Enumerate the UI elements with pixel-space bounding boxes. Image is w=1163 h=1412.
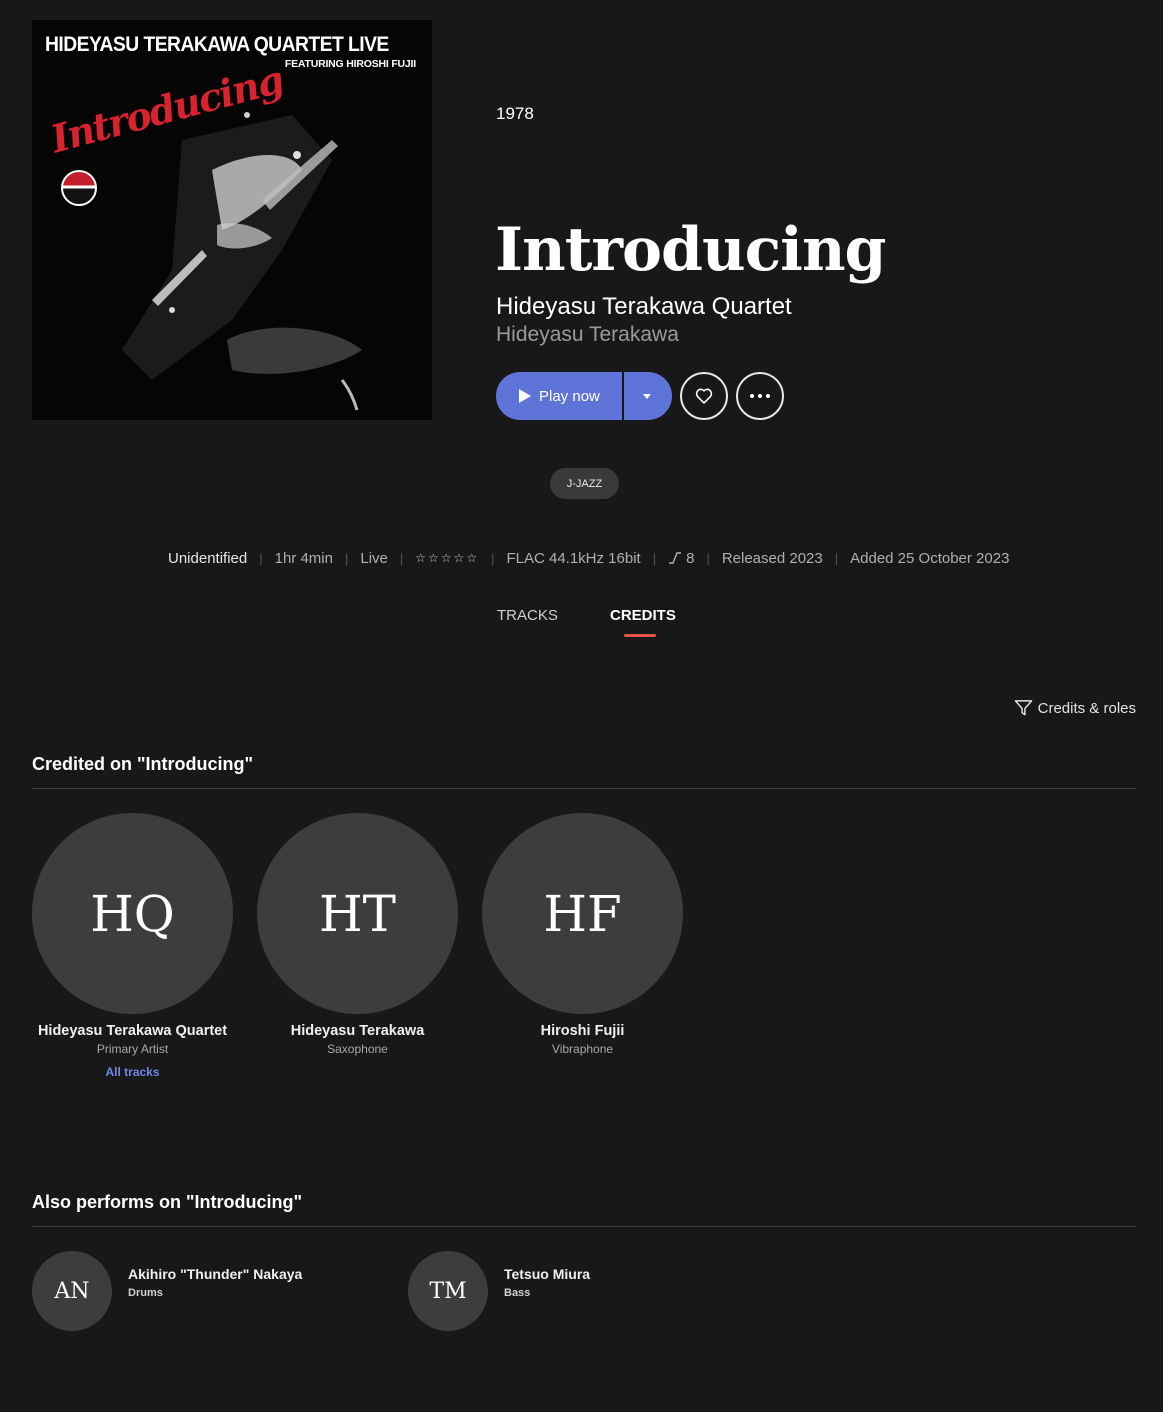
- more-icon: [750, 394, 770, 398]
- play-icon: [519, 389, 531, 403]
- performer-name[interactable]: Tetsuo Miura: [504, 1266, 590, 1282]
- credit-name[interactable]: Hiroshi Fujii: [482, 1023, 683, 1039]
- cover-subtitle-text: FEATURING HIROSHI FUJII: [284, 58, 416, 70]
- album-artist-link[interactable]: Hideyasu Terakawa Quartet: [496, 293, 792, 321]
- credit-card: HQ Hideyasu Terakawa Quartet Primary Art…: [32, 813, 233, 1080]
- meta-added: Added 25 October 2023: [850, 549, 1010, 567]
- section-divider: [32, 1226, 1136, 1227]
- meta-divider: |: [399, 550, 404, 566]
- avatar[interactable]: AN: [32, 1251, 112, 1331]
- avatar[interactable]: HT: [257, 813, 458, 1014]
- avatar[interactable]: TM: [408, 1251, 488, 1331]
- meta-divider: |: [834, 550, 839, 566]
- avatar[interactable]: HQ: [32, 813, 233, 1014]
- favorite-button[interactable]: [680, 372, 728, 420]
- credit-role: Primary Artist: [96, 1042, 169, 1056]
- credit-role: Saxophone: [327, 1042, 388, 1056]
- meta-format: FLAC 44.1kHz 16bit: [506, 549, 641, 567]
- performer-role: Bass: [504, 1286, 531, 1299]
- performer-item: AN Akihiro "Thunder" Nakaya Drums: [32, 1251, 302, 1331]
- credit-card: HF Hiroshi Fujii Vibraphone: [482, 813, 683, 1056]
- play-now-label: Play now: [539, 387, 600, 405]
- meta-divider: |: [259, 550, 263, 566]
- filter-icon: [1014, 700, 1032, 716]
- waveform-icon: [669, 552, 682, 564]
- credit-role: Vibraphone: [551, 1042, 614, 1056]
- album-meta-line: Unidentified | 1hr 4min | Live | ☆☆☆☆☆ |…: [168, 548, 1009, 568]
- all-tracks-link[interactable]: All tracks: [105, 1065, 159, 1079]
- album-cover[interactable]: HIDEYASU TERAKAWA QUARTET LIVE FEATURING…: [32, 20, 432, 420]
- cover-title-text: HIDEYASU TERAKAWA QUARTET LIVE: [45, 33, 389, 56]
- section-divider: [32, 788, 1136, 789]
- avatar[interactable]: HF: [482, 813, 683, 1014]
- credited-section-title: Credited on "Introducing": [32, 754, 254, 774]
- meta-track-count: 8: [686, 549, 695, 567]
- tab-credits[interactable]: CREDITS: [610, 607, 676, 624]
- credits-roles-filter-button[interactable]: Credits & roles: [1014, 697, 1136, 719]
- performer-name[interactable]: Akihiro "Thunder" Nakaya: [128, 1266, 302, 1282]
- tab-tracks[interactable]: TRACKS: [497, 607, 558, 624]
- album-title: Introducing: [495, 215, 887, 285]
- heart-icon: [695, 388, 713, 404]
- also-performs-section-title: Also performs on "Introducing": [32, 1192, 303, 1212]
- filter-label: Credits & roles: [1037, 699, 1136, 717]
- meta-type: Live: [360, 549, 388, 567]
- active-tab-indicator: [624, 634, 656, 637]
- album-secondary-artist-link[interactable]: Hideyasu Terakawa: [496, 323, 679, 347]
- credit-card: HT Hideyasu Terakawa Saxophone: [257, 813, 458, 1056]
- album-year: 1978: [496, 104, 534, 123]
- meta-status: Unidentified: [168, 549, 248, 567]
- caret-down-icon: [643, 393, 651, 399]
- play-options-dropdown-button[interactable]: [624, 372, 672, 420]
- credit-name[interactable]: Hideyasu Terakawa Quartet: [32, 1023, 233, 1039]
- rating-stars[interactable]: ☆☆☆☆☆: [415, 551, 479, 565]
- performer-role: Drums: [128, 1286, 163, 1299]
- cover-seal: [61, 170, 97, 206]
- meta-duration: 1hr 4min: [274, 549, 333, 567]
- credit-name[interactable]: Hideyasu Terakawa: [257, 1023, 458, 1039]
- play-now-button[interactable]: Play now: [496, 372, 622, 420]
- more-options-button[interactable]: [736, 372, 784, 420]
- genre-tag[interactable]: J-JAZZ: [550, 468, 619, 499]
- meta-released: Released 2023: [721, 549, 823, 567]
- meta-divider: |: [652, 550, 657, 566]
- meta-divider: |: [491, 550, 495, 566]
- meta-divider: |: [706, 550, 710, 566]
- performer-item: TM Tetsuo Miura Bass: [408, 1251, 590, 1331]
- meta-divider: |: [344, 550, 349, 566]
